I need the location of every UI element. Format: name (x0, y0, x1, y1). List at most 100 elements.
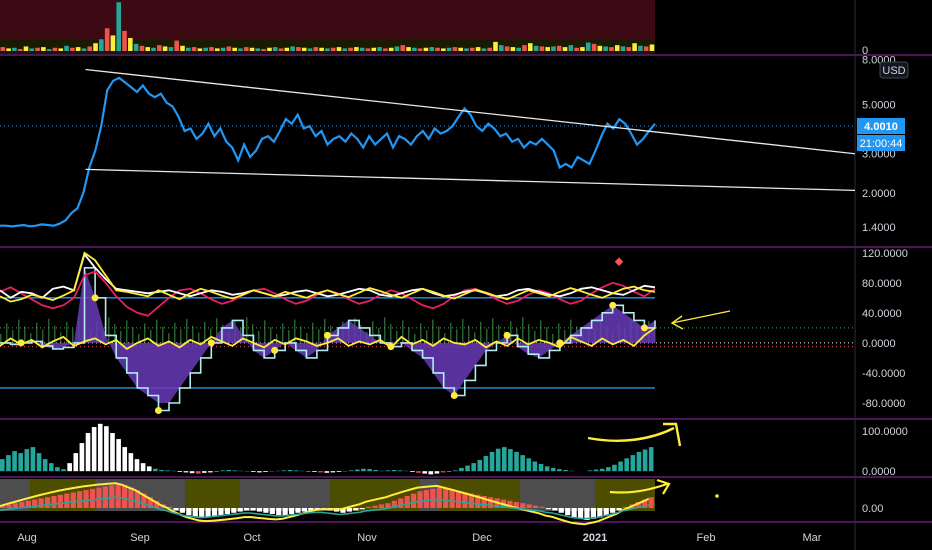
histogram-a-bar (557, 469, 562, 472)
histogram-a-bar (79, 443, 85, 472)
histogram-a-bar (373, 469, 379, 472)
histogram-b-tick-label: 0.00 (862, 503, 883, 515)
countdown-tag: 21:00:44 (857, 135, 905, 151)
oscillator-hist-bar (186, 318, 188, 343)
histogram-a-tick-label: 100.0000 (862, 426, 908, 438)
histogram-b-bar (89, 488, 96, 508)
oscillator-hist-bar (438, 326, 440, 343)
volume-bar (458, 47, 464, 51)
histogram-a-bar (18, 453, 23, 472)
oscillator-tick-label: 40.0000 (862, 308, 902, 320)
volume-bar (29, 48, 35, 51)
histogram-b-bar (122, 485, 128, 508)
histogram-a-bar (48, 463, 54, 472)
volume-bar (284, 47, 290, 51)
histogram-a-bar (593, 469, 599, 472)
histogram-a-bar (330, 471, 336, 473)
oscillator-hist-bar (528, 324, 530, 343)
histogram-b-bar (616, 508, 622, 511)
histogram-a-bar (526, 458, 532, 472)
histogram-b-bar (449, 490, 455, 508)
volume-bar (261, 49, 266, 51)
volume-bar (290, 46, 295, 51)
oscillator-hist-bar (288, 330, 290, 343)
volume-bar (359, 47, 365, 51)
histogram-b-bar (282, 508, 288, 516)
volume-bar (104, 28, 110, 51)
time-axis-label: Sep (130, 532, 150, 544)
oscillator-hist-bar (126, 320, 128, 343)
volume-bar (464, 48, 469, 51)
volume-bar (406, 47, 411, 51)
histogram-a-bar (336, 471, 342, 472)
histogram-b-bar (372, 505, 378, 508)
histogram-a-bar (202, 471, 207, 473)
oscillator-hist-bar (480, 321, 482, 343)
histogram-a-bar (146, 466, 152, 472)
volume-bar (609, 47, 614, 51)
volume-bar (330, 47, 336, 51)
histogram-b-bar (199, 508, 205, 518)
volume-bar (0, 47, 6, 51)
histogram-a-bar (159, 469, 164, 472)
histogram-a-bar (422, 471, 428, 474)
volume-bar (191, 47, 197, 51)
histogram-b-bar (410, 493, 417, 508)
chart-canvas[interactable]: 0 8.00005.00003.00002.00001.4000120.0000… (0, 0, 932, 550)
histogram-b-bar (57, 494, 64, 508)
histogram-a-bar (630, 455, 636, 472)
time-axis-label: Nov (357, 532, 377, 544)
histogram-a-bar (61, 469, 66, 472)
histogram-b-bar (83, 490, 89, 508)
volume-bar (585, 42, 591, 51)
volume-bar (412, 47, 417, 51)
histogram-b-bar (301, 508, 308, 512)
volume-bar (301, 47, 307, 51)
oscillator-hist-bar (108, 317, 110, 343)
volume-bar (296, 47, 301, 51)
volume-bar (267, 47, 272, 51)
histogram-b-bar (455, 491, 462, 508)
histogram-b-bar (173, 508, 179, 511)
oscillator-signal-dot (324, 331, 331, 339)
volume-bar (446, 47, 452, 51)
volume-bar (638, 45, 643, 51)
annotation-dot (715, 494, 719, 498)
histogram-a-bar (648, 447, 654, 472)
histogram-a-bar (538, 463, 544, 472)
volume-bar (545, 47, 550, 51)
time-axis-label: Aug (17, 532, 37, 544)
oscillator-signal-dot (503, 331, 511, 339)
histogram-a-bar (97, 423, 103, 472)
volume-bar (249, 47, 255, 51)
histogram-b-zone (185, 479, 240, 511)
volume-baseline-band (0, 40, 655, 54)
histogram-a-bar (36, 453, 42, 472)
histogram-a-bar (91, 427, 97, 472)
volume-bar (493, 41, 498, 51)
histogram-a-bar (67, 463, 72, 472)
histogram-a-bar (618, 461, 623, 472)
histogram-b-bar (269, 508, 275, 514)
oscillator-hist-bar (468, 325, 470, 343)
volume-bar (185, 47, 191, 51)
oscillator-signal-dot (154, 406, 162, 414)
histogram-a-bar (257, 471, 262, 473)
time-axis-label: Dec (472, 532, 492, 544)
volume-bar (162, 46, 168, 51)
volume-bar (354, 47, 359, 51)
histogram-b-bar (128, 487, 134, 508)
volume-bar (516, 47, 521, 51)
oscillator-hist-bar (456, 329, 458, 343)
histogram-a-bar (232, 470, 238, 472)
volume-bar (209, 47, 214, 51)
oscillator-hist-bar (24, 326, 26, 343)
volume-bar (388, 47, 394, 51)
volume-bar (620, 46, 626, 51)
oscillator-hist-bar (180, 329, 182, 343)
histogram-a-bar (220, 470, 225, 472)
histogram-b-bar (378, 504, 385, 508)
volume-bar (12, 47, 17, 51)
currency-button[interactable]: USD (879, 61, 909, 79)
histogram-a-bar (12, 451, 17, 472)
